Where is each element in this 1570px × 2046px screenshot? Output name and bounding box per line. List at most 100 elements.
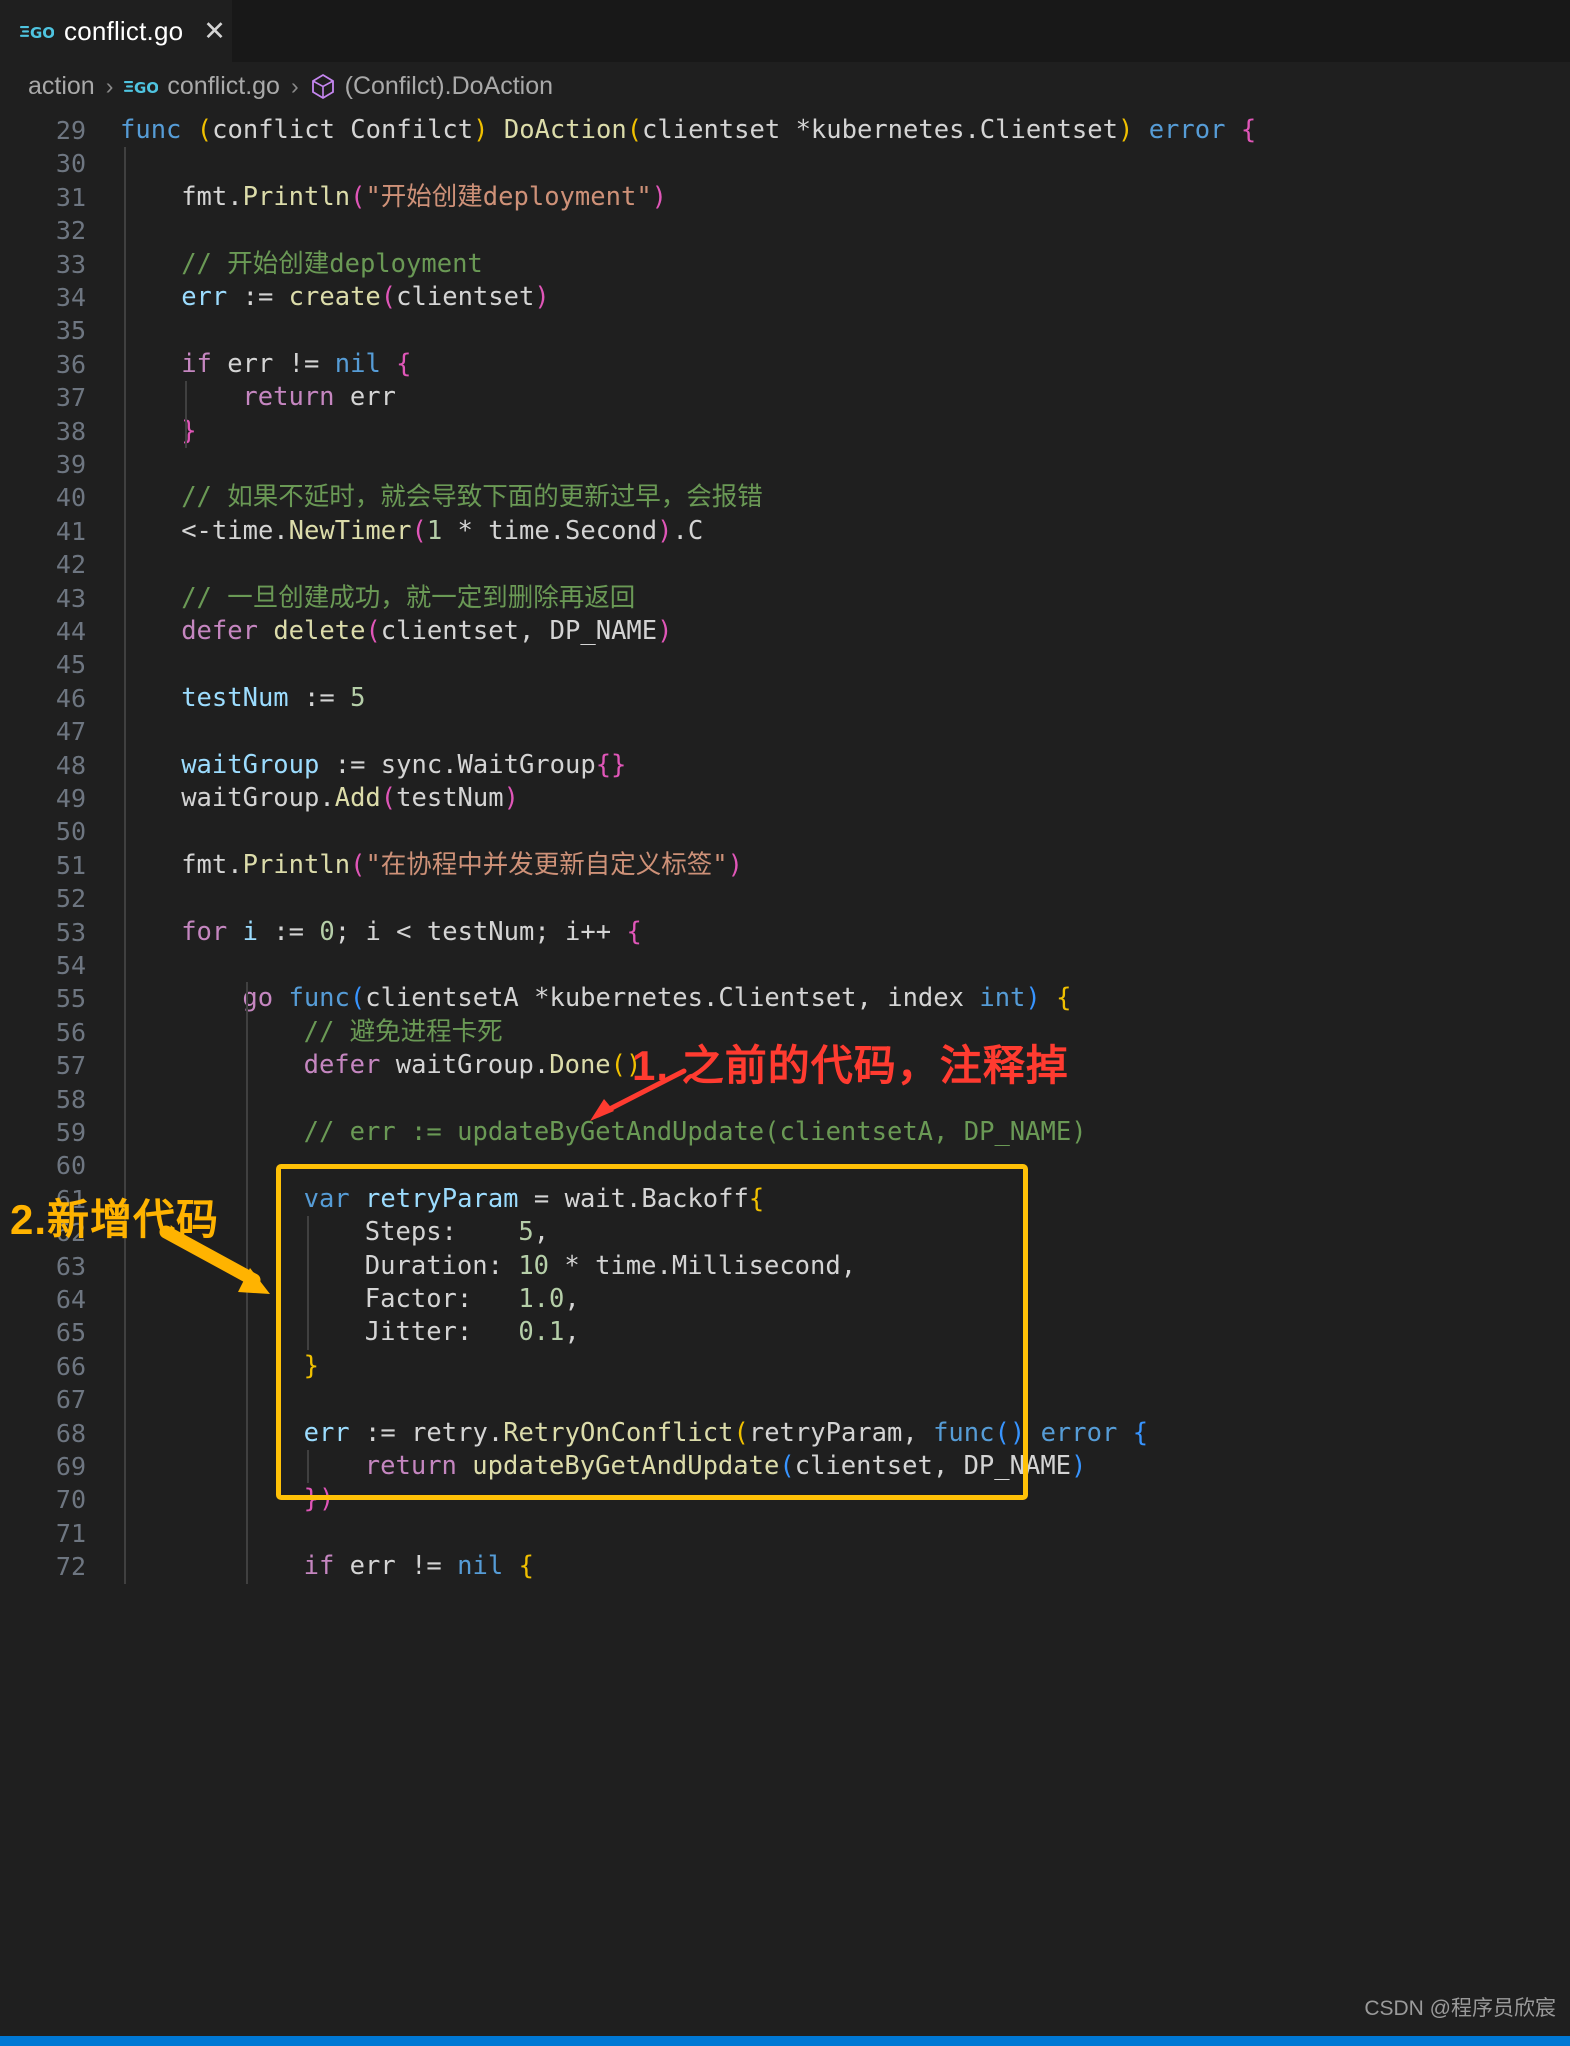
code-token: )	[727, 849, 744, 880]
code-token: return	[242, 382, 335, 413]
editor-tab-conflict-go[interactable]: GO conflict.go ✕	[0, 0, 232, 62]
code-line[interactable]: fmt.Println("在协程中并发更新自定义标签")	[181, 849, 743, 882]
code-token: err	[303, 1417, 350, 1448]
code-token: }	[303, 1350, 319, 1381]
code-line[interactable]: // 避免进程卡死	[304, 1016, 503, 1049]
code-token: :=	[227, 282, 289, 312]
indent-guide	[246, 982, 249, 1584]
code-line[interactable]: fmt.Println("开始创建deployment")	[181, 181, 667, 214]
code-line[interactable]: if err != nil {	[304, 1550, 534, 1583]
code-token: delete	[273, 616, 366, 646]
code-line[interactable]: // 开始创建deployment	[181, 248, 483, 281]
chevron-right-icon: ›	[290, 72, 299, 99]
code-token: err !=	[334, 1551, 458, 1582]
breadcrumb-item-action[interactable]: action	[28, 72, 95, 101]
breadcrumb-item-conflict-go[interactable]: conflict.go	[167, 72, 280, 101]
code-token: {}	[595, 749, 627, 780]
code-line[interactable]: }	[181, 415, 196, 448]
code-token: Duration:	[364, 1250, 519, 1281]
indent-guide	[307, 1216, 310, 1350]
code-line[interactable]: Jitter: 0.1,	[365, 1316, 580, 1349]
code-line[interactable]: Duration: 10 * time.Millisecond,	[365, 1250, 856, 1283]
code-token: (	[380, 783, 397, 813]
code-token: defer	[181, 616, 258, 646]
breadcrumb: action › GO conflict.go › (Confilct).DoA…	[0, 62, 1570, 110]
code-token: waitGroup.	[380, 1050, 550, 1081]
code-line[interactable]: err := create(clientset)	[181, 281, 550, 314]
code-token: Steps:	[364, 1217, 519, 1248]
code-token: Add	[334, 783, 381, 813]
code-token: func	[120, 115, 182, 145]
code-line[interactable]: Steps: 5,	[365, 1216, 549, 1249]
code-line[interactable]: })	[304, 1483, 335, 1516]
code-line[interactable]: testNum := 5	[181, 682, 365, 715]
code-line[interactable]: err := retry.RetryOnConflict(retryParam,…	[304, 1417, 1148, 1450]
code-token: ()	[994, 1417, 1026, 1448]
code-token: retryParam	[365, 1183, 519, 1214]
code-token: create	[288, 282, 381, 312]
code-token: clientset, DP_NAME	[380, 616, 658, 646]
code-token: Jitter:	[364, 1317, 519, 1348]
code-line[interactable]: return err	[242, 381, 396, 414]
code-token: Println	[242, 181, 351, 212]
code-token: {	[518, 1551, 534, 1582]
code-line[interactable]: defer waitGroup.Done()	[304, 1049, 642, 1082]
code-token: // err := updateByGetAndUpdate(clientset…	[303, 1117, 1087, 1147]
code-line[interactable]: var retryParam = wait.Backoff{	[304, 1183, 765, 1216]
code-token: Factor:	[364, 1284, 519, 1314]
code-line[interactable]: <-time.NewTimer(1 * time.Second).C	[181, 515, 703, 548]
code-token: 0.1	[518, 1317, 565, 1348]
code-token: defer	[303, 1050, 381, 1081]
code-token: )	[657, 616, 673, 646]
code-token: "开始创建deployment"	[365, 181, 652, 212]
code-line[interactable]: waitGroup.Add(testNum)	[181, 782, 519, 815]
code-token: {	[1240, 115, 1257, 145]
symbol-method-icon	[310, 72, 336, 100]
code-token: waitGroup.	[181, 783, 335, 813]
code-token: Println	[242, 849, 351, 880]
breadcrumb-item-symbol[interactable]: (Confilct).DoAction	[345, 72, 553, 101]
code-token: )	[651, 181, 668, 212]
code-token: err	[181, 282, 228, 312]
code-line[interactable]: Factor: 1.0,	[365, 1283, 580, 1316]
code-token: {	[1132, 1417, 1149, 1448]
code-token: clientsetA *kubernetes.Clientset, index	[365, 983, 980, 1014]
code-line[interactable]: if err != nil {	[181, 348, 411, 381]
code-line[interactable]: for i := 0; i < testNum; i++ {	[181, 916, 642, 949]
code-line[interactable]: // err := updateByGetAndUpdate(clientset…	[304, 1116, 1087, 1149]
code-token: 1	[426, 515, 443, 546]
code-token: )	[503, 783, 519, 813]
code-line[interactable]: defer delete(clientset, DP_NAME)	[181, 615, 672, 648]
go-file-icon: GO	[124, 76, 158, 96]
code-line[interactable]: func (conflict Confilct) DoAction(client…	[120, 114, 1256, 147]
code-token: err !=	[211, 348, 335, 379]
code-line[interactable]: waitGroup := sync.WaitGroup{}	[181, 749, 626, 782]
code-token: (	[779, 1451, 795, 1481]
code-line[interactable]: }	[304, 1350, 319, 1383]
code-token: waitGroup	[181, 749, 320, 780]
tab-bar: GO conflict.go ✕	[0, 0, 1570, 62]
close-icon[interactable]: ✕	[203, 17, 226, 45]
code-token: )	[534, 282, 550, 312]
code-token: :=	[288, 682, 351, 713]
code-token: {	[748, 1183, 765, 1214]
code-line[interactable]: // 一旦创建成功，就一定到删除再返回	[181, 582, 635, 615]
code-line[interactable]: go func(clientsetA *kubernetes.Clientset…	[242, 982, 1071, 1015]
code-line[interactable]: // 如果不延时，就会导致下面的更新过早，会报错	[181, 481, 763, 514]
status-bar	[0, 2036, 1570, 2046]
code-token: // 一旦创建成功，就一定到删除再返回	[181, 582, 636, 613]
code-token: conflict Confilct	[212, 115, 474, 145]
code-token: )	[473, 115, 489, 145]
csdn-watermark: CSDN @程序员欣宸	[1364, 1997, 1556, 2020]
code-token: Done	[549, 1050, 611, 1081]
code-line[interactable]: return updateByGetAndUpdate(clientset, D…	[365, 1450, 1087, 1483]
code-token: {	[626, 916, 642, 947]
